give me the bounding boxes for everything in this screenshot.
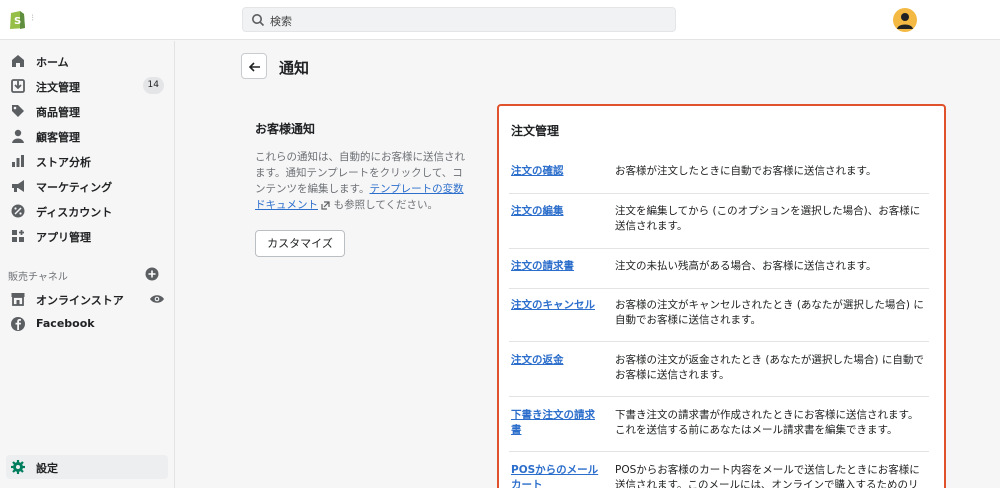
- sidebar-item-label: ディスカウント: [36, 206, 113, 219]
- user-icon: [897, 13, 913, 29]
- sidebar-item-analytics[interactable]: ストア分析: [6, 149, 168, 173]
- store-menu-icon[interactable]: ⁝: [31, 13, 34, 24]
- search-icon: [252, 14, 265, 27]
- apps-icon: [12, 230, 24, 242]
- person-icon: [12, 129, 24, 143]
- bar-chart-icon: [12, 155, 24, 167]
- top-bar: S ⁝ 検索: [0, 0, 1000, 40]
- sidebar-item-label: オンラインストア: [36, 294, 124, 307]
- add-channel-plus-icon[interactable]: [145, 267, 159, 281]
- sales-channels-heading: 販売チャネル: [8, 272, 68, 283]
- sidebar-item-label: Facebook: [36, 317, 95, 330]
- customize-button[interactable]: カスタマイズ: [255, 230, 345, 257]
- notification-row: 注文の請求書 注文の未払い残高がある場合、お客様に送信されます。: [509, 259, 929, 289]
- sidebar-item-facebook[interactable]: Facebook: [6, 312, 168, 336]
- sidebar-item-apps[interactable]: アプリ管理: [6, 224, 168, 248]
- page-title: 通知: [279, 59, 310, 77]
- customer-notifications-description: これらの通知は、自動的にお客様に送信されます。通知テンプレートをクリックして、コ…: [255, 151, 465, 211]
- arrow-left-icon: [248, 62, 260, 72]
- sidebar-item-marketing[interactable]: マーケティング: [6, 174, 168, 198]
- search-input[interactable]: 検索: [270, 13, 292, 29]
- shopify-logo-icon[interactable]: S: [8, 9, 26, 30]
- sidebar-item-label: 注文管理: [36, 81, 80, 94]
- eye-icon[interactable]: [149, 292, 165, 306]
- notification-link-order-cancelled[interactable]: 注文のキャンセル: [511, 298, 603, 313]
- orders-notifications-card: 注文管理 注文の確認 お客様が注文したときに自動でお客様に送信されます。 注文の…: [497, 104, 946, 488]
- orders-icon: [11, 79, 25, 93]
- notification-link-order-invoice[interactable]: 注文の請求書: [511, 259, 603, 274]
- card-title: 注文管理: [511, 124, 560, 138]
- discount-icon: [11, 204, 25, 218]
- search-bar[interactable]: 検索: [242, 7, 676, 32]
- sidebar-item-discounts[interactable]: ディスカウント: [6, 199, 168, 223]
- notification-description: お客様の注文がキャンセルされたとき (あなたが選択した場合) に自動でお客様に送…: [615, 299, 924, 326]
- user-avatar[interactable]: [893, 8, 917, 32]
- notification-link-order-refund[interactable]: 注文の返金: [511, 353, 603, 368]
- notification-row: 注文の返金 お客様の注文が返金されたとき (あなたが選択した場合) に自動でお客…: [509, 353, 929, 397]
- sidebar-item-label: マーケティング: [36, 181, 113, 194]
- external-link-icon: [321, 200, 330, 210]
- sidebar-item-label: ホーム: [36, 56, 69, 69]
- customer-notifications-title: お客様通知: [255, 122, 316, 136]
- notification-row: 注文の編集 注文を編集してから (このオプションを選択した場合)、お客様に送信さ…: [509, 204, 929, 249]
- home-icon: [12, 55, 24, 67]
- sidebar-item-label: ストア分析: [36, 156, 91, 169]
- facebook-icon: [11, 317, 25, 331]
- notification-link-order-confirmation[interactable]: 注文の確認: [511, 164, 603, 179]
- orders-count-badge: 14: [142, 77, 164, 94]
- notification-row: 下書き注文の請求書 下書き注文の請求書が作成されたときにお客様に送信されます。こ…: [509, 408, 929, 452]
- sidebar-item-label: 商品管理: [36, 106, 80, 119]
- sidebar-item-label: 設定: [36, 462, 58, 475]
- notification-description: 注文を編集してから (このオプションを選択した場合)、お客様に送信されます。: [615, 205, 921, 232]
- tag-icon: [12, 105, 24, 117]
- sidebar-item-label: アプリ管理: [36, 231, 91, 244]
- notification-row: POSからのメールカート POSからお客様のカート内容をメールで送信したときにお…: [509, 463, 929, 488]
- sidebar-item-products[interactable]: 商品管理: [6, 99, 168, 123]
- sidebar-item-home[interactable]: ホーム: [6, 49, 168, 73]
- notification-description: POSからお客様のカート内容をメールで送信したときにお客様に送信されます。このメ…: [615, 464, 920, 488]
- notification-row: 注文のキャンセル お客様の注文がキャンセルされたとき (あなたが選択した場合) …: [509, 298, 929, 342]
- store-icon: [11, 293, 25, 306]
- sidebar-item-label: 顧客管理: [36, 131, 80, 144]
- notification-description: 下書き注文の請求書が作成されたときにお客様に送信されます。これを送信する前にあな…: [615, 409, 919, 436]
- sidebar-item-orders[interactable]: 注文管理 14: [6, 74, 168, 98]
- megaphone-icon: [12, 180, 24, 192]
- sidebar: ホーム 注文管理 14 商品管理 顧客管理 ストア分析 マーケティング ディスカ…: [0, 41, 175, 488]
- notification-link-pos-email-cart[interactable]: POSからのメールカート: [511, 463, 603, 488]
- notification-link-order-edited[interactable]: 注文の編集: [511, 204, 603, 219]
- gear-icon: [11, 460, 25, 474]
- notification-link-draft-order-invoice[interactable]: 下書き注文の請求書: [511, 408, 603, 438]
- notification-description: お客様の注文が返金されたとき (あなたが選択した場合) に自動でお客様に送信され…: [615, 354, 924, 381]
- notification-description: お客様が注文したときに自動でお客様に送信されます。: [615, 165, 877, 177]
- sidebar-item-customers[interactable]: 顧客管理: [6, 124, 168, 148]
- svg-text:S: S: [14, 16, 21, 27]
- sidebar-item-online-store[interactable]: オンラインストア: [6, 287, 168, 311]
- notification-row: 注文の確認 お客様が注文したときに自動でお客様に送信されます。: [509, 164, 929, 194]
- sidebar-item-settings[interactable]: 設定: [6, 455, 168, 479]
- notification-description: 注文の未払い残高がある場合、お客様に送信されます。: [615, 260, 877, 272]
- back-button[interactable]: [241, 53, 267, 79]
